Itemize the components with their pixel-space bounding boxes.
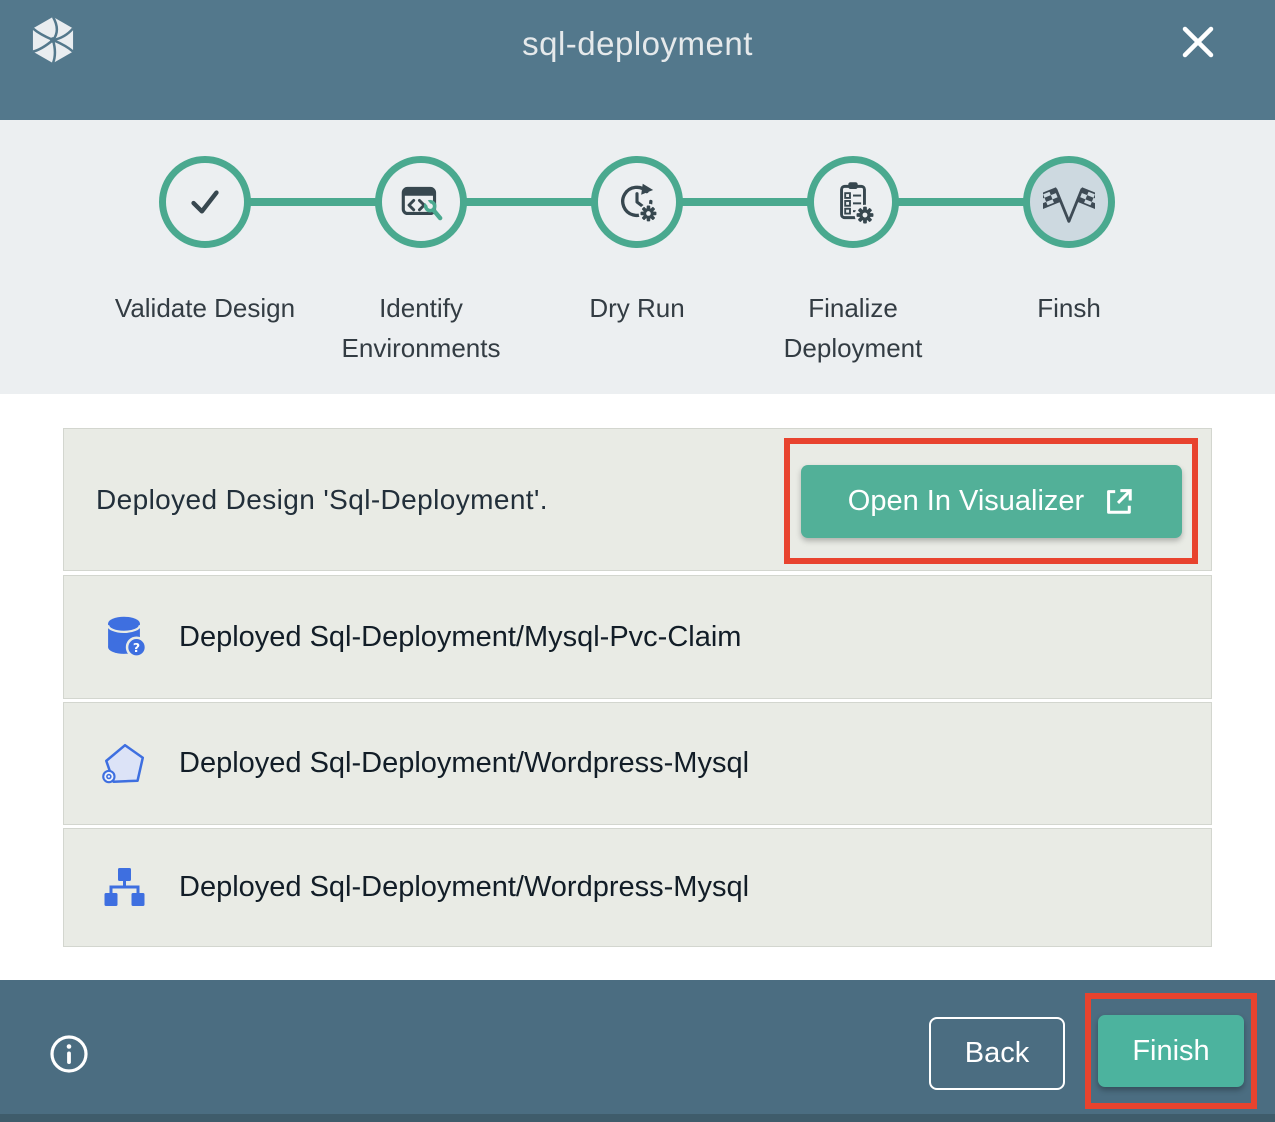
open-in-visualizer-label: Open In Visualizer <box>848 485 1084 518</box>
step-label: Dry Run <box>589 288 684 328</box>
pvc-database-icon: ? <box>99 612 149 662</box>
step-label: Finalize Deployment <box>743 288 963 368</box>
step-label: Validate Design <box>115 288 295 328</box>
step-label: Finsh <box>1037 288 1101 328</box>
resource-row-text: Deployed Sql-Deployment/Wordpress-Mysql <box>179 747 749 780</box>
info-icon <box>48 1033 90 1075</box>
resource-row-service: Deployed Sql-Deployment/Wordpress-Mysql <box>63 702 1212 825</box>
highlight-box-visualizer: Open In Visualizer <box>784 438 1198 564</box>
modal-title: sql-deployment <box>0 25 1275 63</box>
code-tools-icon <box>396 177 446 227</box>
step-circle-finish[interactable] <box>1023 156 1115 248</box>
deployment-wizard-modal: sql-deployment Validate Design <box>0 0 1275 1122</box>
finish-flags-icon <box>1043 176 1095 228</box>
dry-run-history-gear-icon <box>612 177 662 227</box>
check-icon <box>180 177 230 227</box>
external-link-icon <box>1102 485 1134 517</box>
step-finalize-deployment: Finalize Deployment <box>743 156 963 368</box>
step-validate-design: Validate Design <box>95 156 315 328</box>
info-button[interactable] <box>48 1033 90 1075</box>
finish-button[interactable]: Finish <box>1098 1015 1244 1087</box>
resource-row-text: Deployed Sql-Deployment/Wordpress-Mysql <box>179 871 749 904</box>
step-circle-dry-run[interactable] <box>591 156 683 248</box>
resource-row-text: Deployed Sql-Deployment/Mysql-Pvc-Claim <box>179 621 741 654</box>
service-pentagon-icon <box>99 740 149 788</box>
modal-header: sql-deployment <box>0 0 1275 120</box>
step-identify-environments: Identify Environments <box>311 156 531 368</box>
highlight-box-finish: Finish <box>1085 993 1257 1109</box>
resource-row-deployment: Deployed Sql-Deployment/Wordpress-Mysql <box>63 828 1212 947</box>
close-button[interactable] <box>1174 18 1222 66</box>
step-finish: Finsh <box>959 156 1179 328</box>
deployment-tree-icon <box>99 865 149 911</box>
back-button[interactable]: Back <box>929 1017 1065 1090</box>
step-circle-validate-design[interactable] <box>159 156 251 248</box>
step-circle-identify-environments[interactable] <box>375 156 467 248</box>
wizard-stepper: Validate Design Identify Environments <box>0 120 1275 394</box>
step-label: Identify Environments <box>311 288 531 368</box>
open-in-visualizer-button[interactable]: Open In Visualizer <box>801 465 1182 538</box>
modal-bottom-edge <box>0 1114 1275 1122</box>
step-dry-run: Dry Run <box>527 156 747 328</box>
modal-footer: Back Finish <box>0 980 1275 1114</box>
step-circle-finalize-deployment[interactable] <box>807 156 899 248</box>
checklist-gear-icon <box>828 177 878 227</box>
design-status-row: Deployed Design 'Sql-Deployment'. Open I… <box>63 428 1212 571</box>
design-status-text: Deployed Design 'Sql-Deployment'. <box>96 429 548 570</box>
close-icon <box>1178 22 1218 62</box>
pvc-badge: ? <box>133 640 140 655</box>
resource-row-pvc: ? Deployed Sql-Deployment/Mysql-Pvc-Clai… <box>63 575 1212 699</box>
